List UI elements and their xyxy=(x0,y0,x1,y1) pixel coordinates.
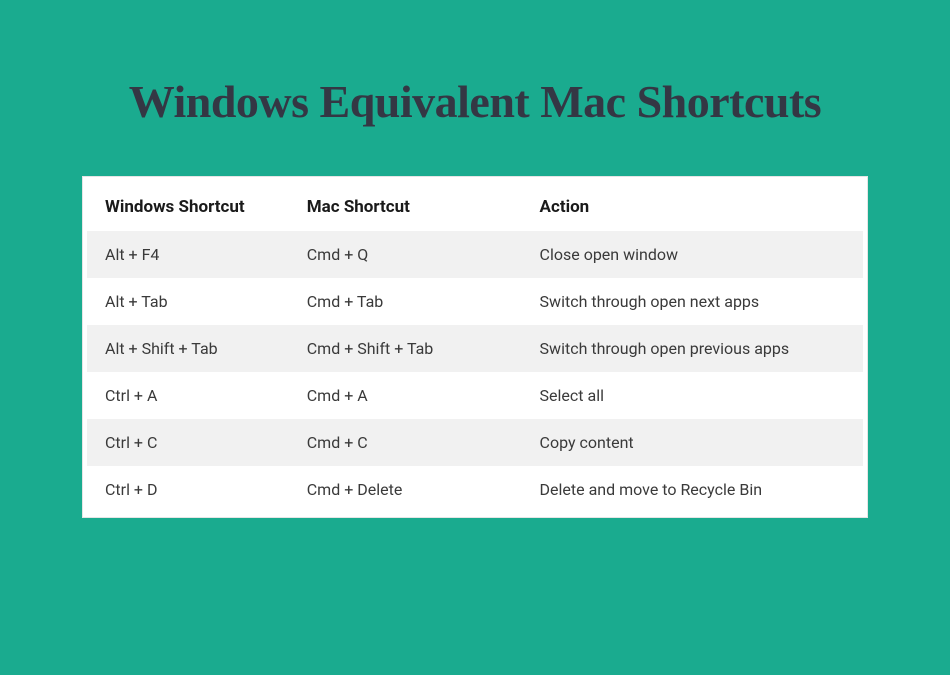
cell-action: Switch through open previous apps xyxy=(522,325,863,372)
table-row: Alt + Tab Cmd + Tab Switch through open … xyxy=(87,278,863,325)
header-windows-shortcut: Windows Shortcut xyxy=(87,181,289,231)
cell-windows-shortcut: Ctrl + C xyxy=(87,419,289,466)
cell-mac-shortcut: Cmd + Tab xyxy=(289,278,522,325)
cell-mac-shortcut: Cmd + Delete xyxy=(289,466,522,513)
cell-action: Copy content xyxy=(522,419,863,466)
shortcuts-table: Windows Shortcut Mac Shortcut Action Alt… xyxy=(87,181,863,513)
cell-windows-shortcut: Alt + Shift + Tab xyxy=(87,325,289,372)
cell-mac-shortcut: Cmd + Q xyxy=(289,231,522,278)
cell-action: Close open window xyxy=(522,231,863,278)
cell-windows-shortcut: Ctrl + D xyxy=(87,466,289,513)
page-title: Windows Equivalent Mac Shortcuts xyxy=(60,75,890,128)
cell-windows-shortcut: Alt + Tab xyxy=(87,278,289,325)
cell-action: Delete and move to Recycle Bin xyxy=(522,466,863,513)
cell-action: Switch through open next apps xyxy=(522,278,863,325)
table-header-row: Windows Shortcut Mac Shortcut Action xyxy=(87,181,863,231)
cell-windows-shortcut: Alt + F4 xyxy=(87,231,289,278)
page-container: Windows Equivalent Mac Shortcuts Windows… xyxy=(0,75,950,518)
shortcuts-table-wrapper: Windows Shortcut Mac Shortcut Action Alt… xyxy=(82,176,868,518)
table-row: Alt + Shift + Tab Cmd + Shift + Tab Swit… xyxy=(87,325,863,372)
table-row: Alt + F4 Cmd + Q Close open window xyxy=(87,231,863,278)
header-action: Action xyxy=(522,181,863,231)
table-row: Ctrl + A Cmd + A Select all xyxy=(87,372,863,419)
table-row: Ctrl + D Cmd + Delete Delete and move to… xyxy=(87,466,863,513)
header-mac-shortcut: Mac Shortcut xyxy=(289,181,522,231)
cell-windows-shortcut: Ctrl + A xyxy=(87,372,289,419)
table-row: Ctrl + C Cmd + C Copy content xyxy=(87,419,863,466)
cell-mac-shortcut: Cmd + Shift + Tab xyxy=(289,325,522,372)
cell-mac-shortcut: Cmd + C xyxy=(289,419,522,466)
cell-mac-shortcut: Cmd + A xyxy=(289,372,522,419)
cell-action: Select all xyxy=(522,372,863,419)
